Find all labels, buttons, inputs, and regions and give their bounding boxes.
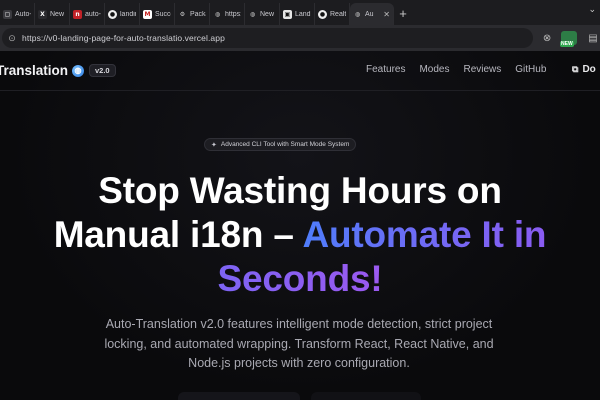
tab-title: Auto-T xyxy=(15,10,31,18)
hero-line-1: Stop Wasting Hours on xyxy=(98,170,502,211)
tab-title: landing xyxy=(120,10,136,18)
address-bar[interactable]: ⊙ https://v0-landing-page-for-auto-trans… xyxy=(2,28,534,48)
browser-tab-strip: ▢Auto-T XNew P nauto-t ●landing MSucces … xyxy=(0,0,600,25)
tab-title: Au xyxy=(365,10,374,18)
ex-icon: X xyxy=(38,9,47,19)
tab-title: auto-t xyxy=(85,10,101,18)
nav-link-reviews[interactable]: Reviews xyxy=(463,64,501,75)
github-icon: ● xyxy=(108,9,117,19)
site-info-icon[interactable]: ⊙ xyxy=(6,32,18,44)
nav-link-github[interactable]: GitHub xyxy=(515,64,546,75)
new-badge: NEW xyxy=(560,41,574,47)
primary-cta-button[interactable] xyxy=(178,392,300,400)
tab-active[interactable]: ◍ Au ✕ xyxy=(350,3,394,25)
npm-icon: n xyxy=(73,9,82,19)
docs-link[interactable]: ⧉ Do xyxy=(572,64,596,75)
globe-icon: ◍ xyxy=(354,10,361,18)
secondary-cta-button[interactable] xyxy=(311,392,421,400)
tab-6[interactable]: ◍ https:/ xyxy=(210,3,245,25)
tab-3[interactable]: ●landing xyxy=(105,3,140,25)
tab-title: Packag xyxy=(190,10,206,18)
tab-title: New T xyxy=(260,10,276,18)
browser-toolbar: ⊙ https://v0-landing-page-for-auto-trans… xyxy=(0,25,600,51)
tab-title: Realtie xyxy=(330,10,346,18)
site-header: Translation ◍ v2.0 Features Modes Review… xyxy=(0,51,600,91)
extensions-puzzle-icon[interactable]: ▤ xyxy=(586,31,600,45)
tab-0[interactable]: ▢Auto-T xyxy=(0,3,35,25)
tab-7[interactable]: ◍ New T xyxy=(245,3,280,25)
globe-icon: ◍ xyxy=(214,10,221,18)
tab-5[interactable]: ⚙ Packag xyxy=(175,3,210,25)
site-nav: Features Modes Reviews GitHub xyxy=(366,64,546,75)
tab-9[interactable]: ●Realtie xyxy=(315,3,350,25)
globe-icon: ◍ xyxy=(72,64,85,77)
version-badge: v2.0 xyxy=(89,64,116,77)
announcement-badge: ✦ Advanced CLI Tool with Smart Mode Syst… xyxy=(204,138,357,151)
github-icon: ● xyxy=(318,9,327,19)
new-tab-button[interactable]: + xyxy=(394,3,412,25)
tab-1[interactable]: XNew P xyxy=(35,3,70,25)
brand-name: Translation xyxy=(0,63,69,78)
landing-icon: ▣ xyxy=(283,9,292,19)
hero-description: Auto-Translation v2.0 features intellige… xyxy=(104,317,494,370)
nav-link-features[interactable]: Features xyxy=(366,64,405,75)
nav-link-modes[interactable]: Modes xyxy=(419,64,449,75)
chevron-down-icon[interactable]: ⌄ xyxy=(588,4,596,15)
hero-title: Stop Wasting Hours on Manual i18n – Auto… xyxy=(0,169,600,301)
tab-title: https:/ xyxy=(225,10,241,18)
hero-line-3-accent: Seconds! xyxy=(217,258,383,299)
tab-title: Succes xyxy=(155,10,171,18)
extension-button[interactable]: NEW xyxy=(560,29,578,47)
tab-title: New P xyxy=(50,10,66,18)
gmail-icon: M xyxy=(143,9,152,19)
sparkle-icon: ✦ xyxy=(211,141,217,149)
close-tab-icon[interactable]: ✕ xyxy=(383,10,390,19)
docs-link-label: Do xyxy=(582,64,596,75)
tab-8[interactable]: ▣ Landi xyxy=(280,3,315,25)
globe-icon: ◍ xyxy=(249,10,256,18)
tab-2[interactable]: nauto-t xyxy=(70,3,105,25)
hero-line-2-plain: Manual i18n – xyxy=(53,214,303,255)
url-text[interactable]: https://v0-landing-page-for-auto-transla… xyxy=(22,33,225,43)
page-content: Translation ◍ v2.0 Features Modes Review… xyxy=(0,51,600,400)
close-circle-icon[interactable]: ⊗ xyxy=(540,31,554,45)
badge-text: Advanced CLI Tool with Smart Mode System xyxy=(220,141,350,148)
hero-line-2-accent: Automate It in xyxy=(302,214,547,255)
tab-title: Landi xyxy=(295,10,311,18)
tab-4[interactable]: MSucces xyxy=(140,3,175,25)
external-link-icon: ⧉ xyxy=(572,64,579,74)
site-logo[interactable]: Translation ◍ xyxy=(0,63,85,78)
gear-icon: ⚙ xyxy=(179,10,186,18)
bookmark-icon: ▢ xyxy=(3,9,12,19)
